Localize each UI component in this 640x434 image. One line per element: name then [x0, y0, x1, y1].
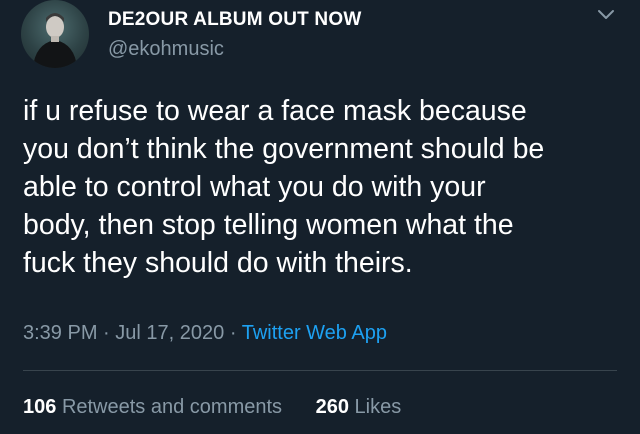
likes-count: 260 — [315, 396, 349, 418]
divider — [23, 370, 617, 371]
user-handle[interactable]: @ekohmusic — [108, 38, 224, 61]
retweets-count: 106 — [23, 396, 57, 418]
meta-separator: · — [103, 322, 110, 344]
tweet-time[interactable]: 3:39 PM — [23, 322, 97, 344]
tweet-text-line: if u refuse to wear a face mask because — [23, 95, 527, 127]
tweet-text-line: you don’t think the government should be — [23, 133, 545, 165]
likes-stat[interactable]: 260 Likes — [316, 396, 402, 419]
tweet-date[interactable]: Jul 17, 2020 — [115, 322, 224, 344]
tweet-source-link[interactable]: Twitter Web App — [242, 322, 387, 344]
meta-separator: · — [229, 322, 237, 344]
avatar[interactable] — [21, 0, 89, 68]
tweet-text-line: body, then stop telling women what the — [23, 209, 514, 241]
likes-label: Likes — [354, 396, 402, 418]
display-name[interactable]: DE2OUR ALBUM OUT NOW — [108, 9, 361, 31]
chevron-down-icon[interactable] — [596, 8, 616, 22]
tweet-stats: 106 Retweets and comments 260 Likes — [23, 396, 401, 419]
retweets-stat[interactable]: 106 Retweets and comments — [23, 396, 282, 419]
tweet-text-line: fuck they should do with theirs. — [23, 247, 413, 279]
tweet-text: if u refuse to wear a face mask because … — [23, 92, 623, 282]
tweet-meta: 3:39 PM · Jul 17, 2020 · Twitter Web App — [23, 322, 387, 345]
retweets-label: Retweets and comments — [61, 396, 283, 418]
tweet-text-line: able to control what you do with your — [23, 171, 486, 203]
user-avatar-icon — [33, 13, 77, 68]
tweet-card: DE2OUR ALBUM OUT NOW @ekohmusic if u ref… — [0, 0, 640, 434]
